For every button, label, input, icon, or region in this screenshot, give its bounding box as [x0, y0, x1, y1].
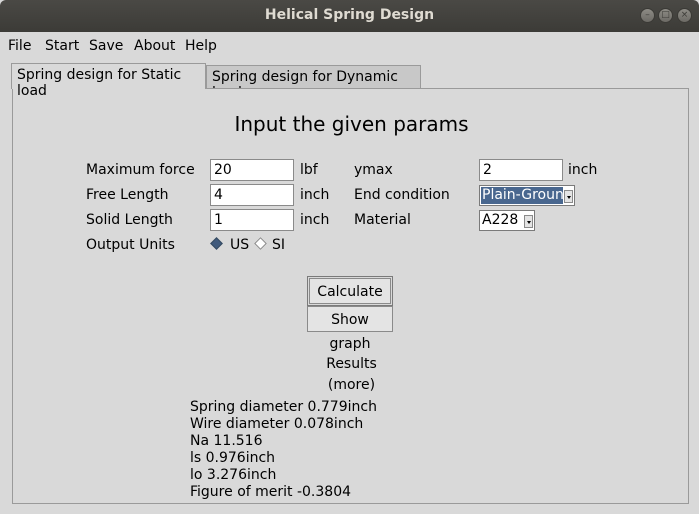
free-length-label: Free Length	[86, 187, 169, 203]
result-na: Na 11.516	[190, 433, 263, 449]
calculate-button[interactable]: Calculate	[307, 276, 393, 306]
menu-save[interactable]: Save	[89, 38, 123, 54]
menu-bar: File Start Save About Help	[0, 32, 699, 60]
max-force-label: Maximum force	[86, 162, 195, 178]
material-value: A228	[482, 212, 519, 228]
solid-length-unit: inch	[300, 212, 330, 228]
form-heading: Input the given params	[234, 112, 469, 136]
end-condition-label: End condition	[354, 187, 450, 203]
results-more-link[interactable]: (more)	[13, 377, 690, 393]
menu-help[interactable]: Help	[185, 38, 217, 54]
free-length-input[interactable]	[210, 184, 294, 206]
end-condition-value: Plain-Ground	[481, 187, 563, 204]
close-icon[interactable]: ×	[677, 8, 692, 23]
static-load-panel: Input the given params Maximum force lbf…	[12, 88, 689, 504]
material-select[interactable]: A228	[479, 210, 535, 231]
radio-si[interactable]	[254, 237, 270, 251]
menu-file[interactable]: File	[8, 38, 31, 54]
max-force-input[interactable]	[210, 159, 294, 181]
solid-length-label: Solid Length	[86, 212, 173, 228]
radio-si-indicator[interactable]	[254, 237, 267, 250]
output-units-label: Output Units	[86, 237, 175, 253]
menu-about[interactable]: About	[134, 38, 175, 54]
chevron-down-icon[interactable]	[524, 215, 533, 228]
radio-us[interactable]	[210, 237, 226, 251]
material-label: Material	[354, 212, 411, 228]
end-condition-select[interactable]: Plain-Ground	[479, 185, 575, 206]
result-wire-diameter: Wire diameter 0.078inch	[190, 416, 364, 432]
tab-static-load[interactable]: Spring design for Static load	[11, 63, 206, 99]
menu-start[interactable]: Start	[45, 38, 79, 54]
max-force-unit: lbf	[300, 162, 318, 178]
result-ls: ls 0.976inch	[190, 450, 276, 466]
maximize-icon[interactable]: □	[658, 8, 673, 23]
radio-us-label[interactable]: US	[230, 237, 249, 253]
result-lo: lo 3.276inch	[190, 467, 277, 483]
solid-length-input[interactable]	[210, 209, 294, 231]
minimize-icon[interactable]: –	[640, 8, 655, 23]
show-graph-button[interactable]: Show graph	[307, 306, 393, 352]
ymax-unit: inch	[568, 162, 598, 178]
app-window: Helical Spring Design – □ × File Start S…	[0, 0, 699, 514]
results-title: Results	[326, 356, 377, 372]
ymax-label: ymax	[354, 162, 393, 178]
result-figure-of-merit: Figure of merit -0.3804	[190, 484, 352, 500]
window-title: Helical Spring Design	[264, 7, 435, 23]
ymax-input[interactable]	[479, 159, 563, 181]
chevron-down-icon[interactable]	[564, 190, 573, 203]
radio-si-label[interactable]: SI	[272, 237, 285, 253]
tab-dynamic-load[interactable]: Spring design for Dynamic load	[206, 65, 421, 101]
free-length-unit: inch	[300, 187, 330, 203]
radio-us-indicator[interactable]	[210, 237, 223, 250]
result-spring-diameter: Spring diameter 0.779inch	[190, 399, 377, 415]
title-bar[interactable]: Helical Spring Design – □ ×	[0, 0, 699, 32]
